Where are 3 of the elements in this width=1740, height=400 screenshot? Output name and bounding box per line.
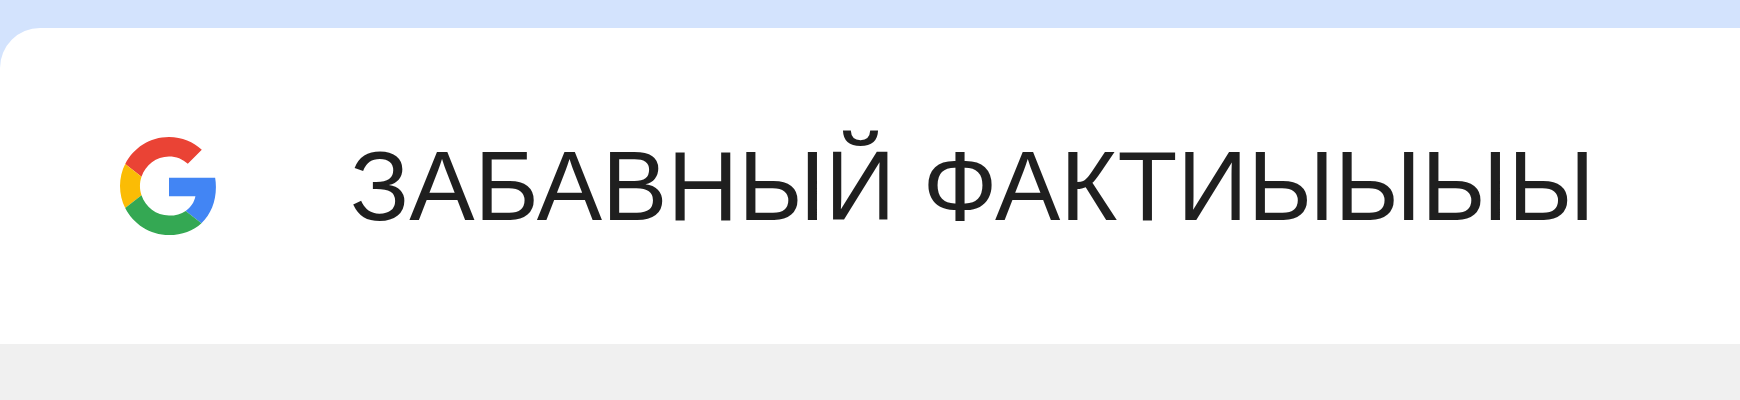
tab[interactable]: ЗАБАВНЫЙ ФАКТИЫЫЫЫ <box>0 28 1740 344</box>
tab-title: ЗАБАВНЫЙ ФАКТИЫЫЫЫ <box>350 129 1595 243</box>
google-icon <box>120 137 218 235</box>
